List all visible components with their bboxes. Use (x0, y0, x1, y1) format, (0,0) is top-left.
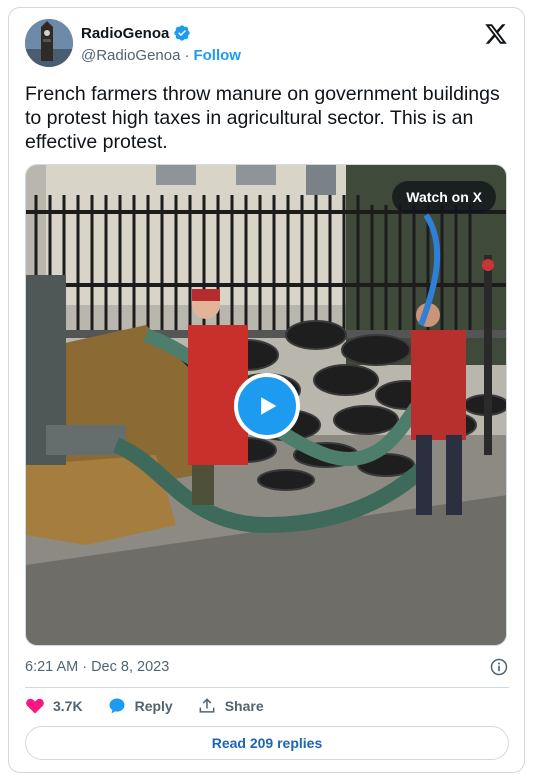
info-icon[interactable] (489, 657, 509, 677)
heart-icon (26, 698, 44, 714)
reply-button[interactable]: Reply (107, 696, 173, 716)
play-button[interactable] (234, 373, 300, 439)
verified-badge-icon (174, 25, 191, 41)
reply-icon (109, 698, 125, 714)
handle[interactable]: @RadioGenoa (81, 47, 180, 64)
reply-label: Reply (134, 698, 173, 714)
timestamp[interactable]: 6:21 AM · Dec 8, 2023 (25, 659, 169, 675)
handle-separator: · (184, 47, 190, 64)
read-replies-button[interactable]: Read 209 replies (25, 726, 509, 760)
tweet-card: RadioGenoa @RadioGenoa · Follow French f… (8, 7, 525, 773)
share-button[interactable]: Share (197, 696, 264, 716)
share-label: Share (224, 698, 264, 714)
share-icon (199, 698, 215, 713)
play-icon (261, 397, 277, 415)
video-player[interactable]: Watch on X (25, 164, 507, 646)
divider (25, 687, 509, 688)
action-bar: 3.7K Reply Share (25, 696, 288, 716)
display-name[interactable]: RadioGenoa (81, 25, 169, 42)
follow-button[interactable]: Follow (193, 47, 241, 64)
tweet-text: French farmers throw manure on governmen… (25, 83, 500, 153)
like-count: 3.7K (53, 698, 83, 714)
like-button[interactable]: 3.7K (25, 696, 83, 716)
avatar[interactable] (25, 19, 73, 67)
x-logo-icon[interactable] (484, 22, 508, 46)
watch-on-x-button[interactable]: Watch on X (392, 181, 496, 213)
